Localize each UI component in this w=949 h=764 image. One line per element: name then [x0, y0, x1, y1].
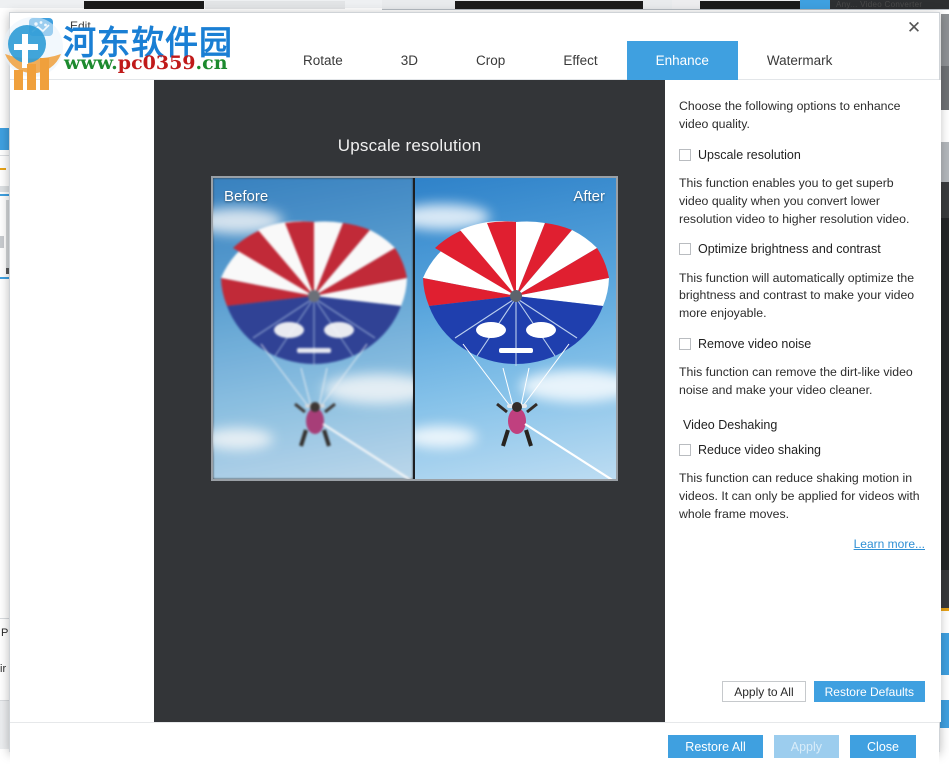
option-remove-noise[interactable]: Remove video noise — [679, 336, 925, 352]
after-image: After — [415, 178, 617, 479]
option-optimize-brightness[interactable]: Optimize brightness and contrast — [679, 241, 925, 257]
close-icon[interactable]: ✕ — [903, 17, 925, 39]
bg-window-strip — [700, 1, 800, 9]
reduce-shaking-description: This function can reduce shaking motion … — [679, 470, 925, 523]
reduce-shaking-checkbox[interactable] — [679, 444, 691, 456]
tab-enhance[interactable]: Enhance — [627, 41, 738, 80]
tab-watermark[interactable]: Watermark — [738, 41, 862, 80]
apply-to-all-button[interactable]: Apply to All — [722, 681, 805, 702]
after-label: After — [573, 188, 605, 205]
dialog-title: Edit — [70, 19, 91, 33]
bg-window-panel — [941, 675, 949, 689]
dialog-footer: Restore All Apply Close — [10, 722, 939, 764]
option-label: Remove video noise — [698, 336, 811, 352]
screen: Any... Video Converter P ir — [0, 0, 949, 764]
before-after-comparison: Before — [211, 176, 618, 481]
bg-button[interactable] — [940, 633, 949, 675]
tab-effect[interactable]: Effect — [534, 41, 626, 80]
before-label: Before — [224, 188, 268, 205]
bg-divider — [382, 9, 949, 10]
remove-noise-checkbox[interactable] — [679, 338, 691, 350]
footer-button-group: Restore All Apply Close — [668, 735, 916, 758]
bg-button[interactable] — [940, 700, 949, 728]
bg-taskbar-title: Any... Video Converter — [836, 0, 922, 9]
panel-button-group: Apply to All Restore Defaults — [722, 681, 925, 702]
video-deshaking-section-title: Video Deshaking — [683, 418, 925, 432]
dialog-titlebar: Edit 123.mpg ✕ — [10, 13, 939, 41]
option-upscale-resolution[interactable]: Upscale resolution — [679, 147, 925, 163]
apply-button: Apply — [774, 735, 839, 758]
close-button[interactable]: Close — [850, 735, 916, 758]
bg-scrollbar[interactable] — [941, 66, 949, 110]
bg-taskbar-icon — [800, 0, 830, 9]
parasail-illustration-before — [213, 178, 413, 479]
dialog-body: Upscale resolution — [10, 80, 939, 722]
enhance-options-panel: Choose the following options to enhance … — [665, 80, 941, 722]
preview-area: Upscale resolution — [154, 80, 665, 722]
bg-scrollbar[interactable] — [941, 142, 949, 182]
parasail-illustration-after — [415, 178, 617, 479]
bg-window-panel — [941, 728, 949, 764]
bg-window-strip — [84, 1, 204, 9]
edit-dialog: Edit 123.mpg ✕ Rotate 3D Crop Effect Enh… — [9, 12, 940, 752]
panel-intro-text: Choose the following options to enhance … — [679, 98, 925, 134]
upscale-resolution-checkbox[interactable] — [679, 149, 691, 161]
tab-rotate[interactable]: Rotate — [274, 41, 372, 80]
option-reduce-shaking[interactable]: Reduce video shaking — [679, 442, 925, 458]
upscale-resolution-description: This function enables you to get superb … — [679, 175, 925, 228]
learn-more-link[interactable]: Learn more... — [679, 537, 925, 551]
bg-marker — [0, 168, 6, 170]
bg-window-panel — [941, 611, 949, 633]
bg-window-strip — [455, 1, 643, 9]
bg-window-panel — [941, 570, 949, 608]
option-label: Reduce video shaking — [698, 442, 821, 458]
option-label: Optimize brightness and contrast — [698, 241, 881, 257]
restore-defaults-button[interactable]: Restore Defaults — [814, 681, 925, 702]
bg-window-strip — [205, 1, 345, 9]
preview-title: Upscale resolution — [154, 136, 665, 156]
app-logo-icon — [28, 16, 54, 38]
tab-bar: Rotate 3D Crop Effect Enhance Watermark — [10, 41, 939, 80]
bg-window-panel — [941, 182, 949, 218]
optimize-brightness-description: This function will automatically optimiz… — [679, 270, 925, 323]
bg-window-panel — [941, 110, 949, 142]
restore-all-button[interactable]: Restore All — [668, 735, 762, 758]
option-label: Upscale resolution — [698, 147, 801, 163]
bg-widget — [0, 236, 4, 248]
remove-noise-description: This function can remove the dirt-like v… — [679, 364, 925, 400]
bg-window-panel — [941, 218, 949, 570]
tab-3d[interactable]: 3D — [372, 41, 447, 80]
tab-crop[interactable]: Crop — [447, 41, 534, 80]
optimize-brightness-checkbox[interactable] — [679, 243, 691, 255]
left-gutter — [10, 80, 154, 722]
before-image: Before — [213, 178, 415, 479]
bg-scrollbar[interactable] — [941, 14, 949, 66]
